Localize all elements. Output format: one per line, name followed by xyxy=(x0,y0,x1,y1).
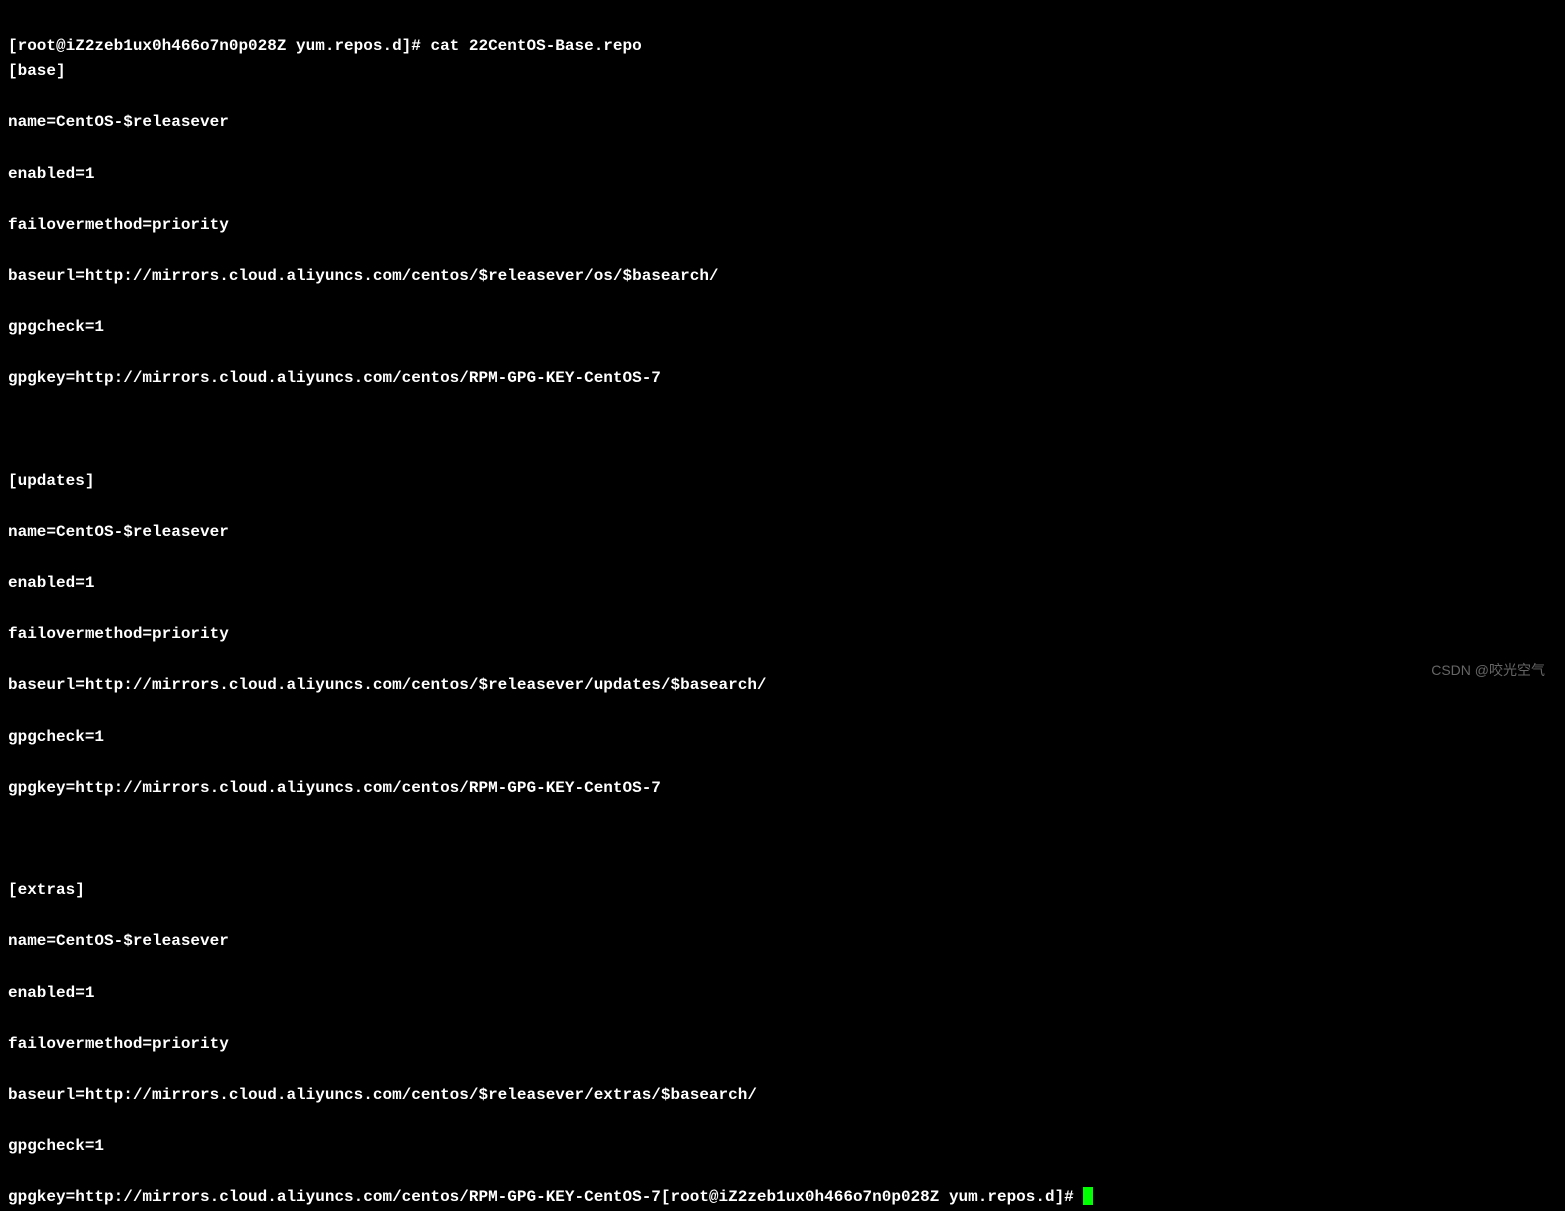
repo-extras-header: [extras] xyxy=(8,878,1557,904)
repo-base-baseurl: baseurl=http://mirrors.cloud.aliyuncs.co… xyxy=(8,264,1557,290)
repo-updates-gpgcheck: gpgcheck=1 xyxy=(8,725,1557,751)
repo-base-header: [base] xyxy=(8,59,1557,85)
repo-base-enabled: enabled=1 xyxy=(8,162,1557,188)
repo-extras-failovermethod: failovermethod=priority xyxy=(8,1032,1557,1058)
shell-prompt-1: [root@iZ2zeb1ux0h466o7n0p028Z yum.repos.… xyxy=(8,37,430,55)
repo-extras-enabled: enabled=1 xyxy=(8,981,1557,1007)
blank-line-1 xyxy=(8,418,1557,444)
terminal-window[interactable]: [root@iZ2zeb1ux0h466o7n0p028Z yum.repos.… xyxy=(8,8,1557,1211)
command-cat: cat 22CentOS-Base.repo xyxy=(430,37,641,55)
cursor-block xyxy=(1083,1187,1093,1205)
repo-extras-name: name=CentOS-$releasever xyxy=(8,929,1557,955)
blank-line-2 xyxy=(8,827,1557,853)
repo-base-failovermethod: failovermethod=priority xyxy=(8,213,1557,239)
repo-base-gpgkey: gpgkey=http://mirrors.cloud.aliyuncs.com… xyxy=(8,366,1557,392)
repo-extras-baseurl: baseurl=http://mirrors.cloud.aliyuncs.co… xyxy=(8,1083,1557,1109)
repo-extras-gpgkey: gpgkey=http://mirrors.cloud.aliyuncs.com… xyxy=(8,1188,661,1206)
repo-base-name: name=CentOS-$releasever xyxy=(8,110,1557,136)
shell-prompt-2: [root@iZ2zeb1ux0h466o7n0p028Z yum.repos.… xyxy=(661,1188,1083,1206)
watermark-text: CSDN @咬光空气 xyxy=(1431,659,1545,681)
repo-updates-gpgkey: gpgkey=http://mirrors.cloud.aliyuncs.com… xyxy=(8,776,1557,802)
repo-extras-gpgcheck: gpgcheck=1 xyxy=(8,1134,1557,1160)
repo-base-gpgcheck: gpgcheck=1 xyxy=(8,315,1557,341)
repo-updates-name: name=CentOS-$releasever xyxy=(8,520,1557,546)
repo-updates-enabled: enabled=1 xyxy=(8,571,1557,597)
repo-updates-header: [updates] xyxy=(8,469,1557,495)
repo-updates-baseurl: baseurl=http://mirrors.cloud.aliyuncs.co… xyxy=(8,673,1557,699)
repo-updates-failovermethod: failovermethod=priority xyxy=(8,622,1557,648)
